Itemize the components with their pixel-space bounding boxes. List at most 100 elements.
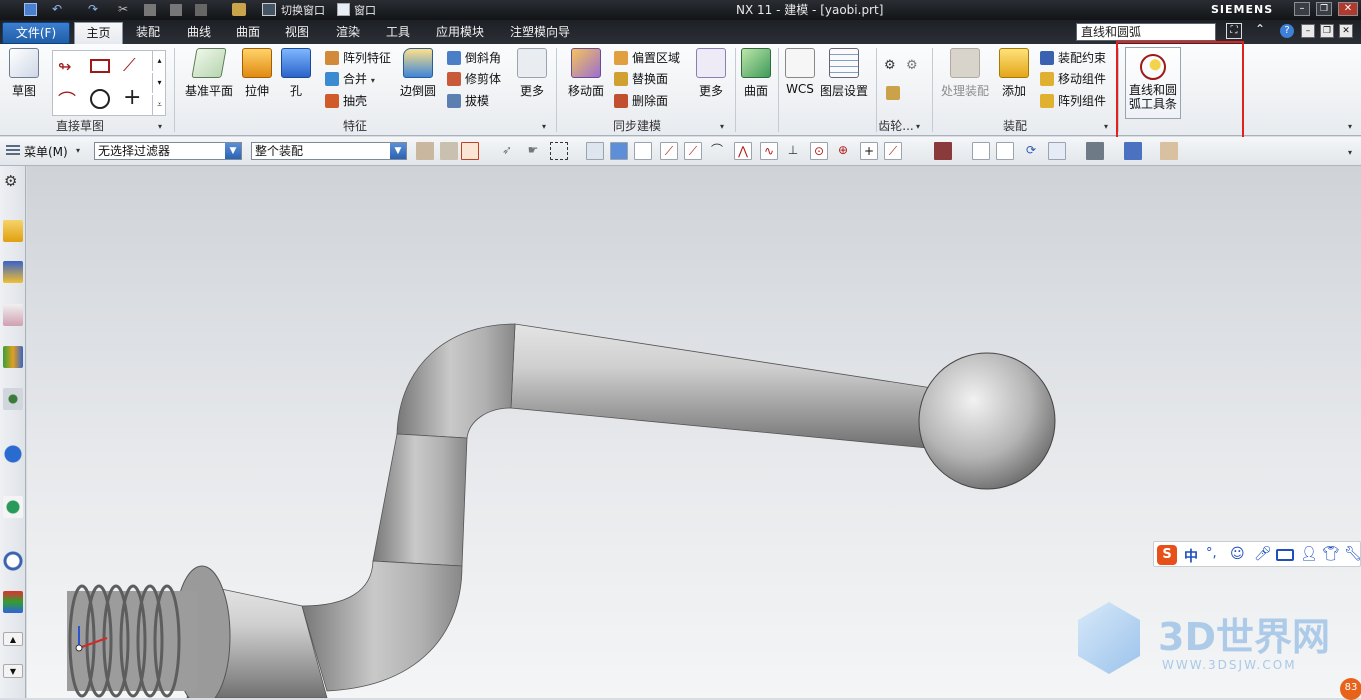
feature-more-button[interactable]: 更多 — [513, 48, 551, 99]
circle-icon[interactable] — [90, 89, 110, 109]
replace-face-button[interactable]: 替换面 — [614, 69, 668, 89]
switch-window-label[interactable]: 切换窗口 — [281, 2, 325, 18]
gallery-scroll-up-icon[interactable]: ▴ — [152, 51, 166, 71]
intersection-icon[interactable]: ⋀ — [734, 142, 752, 160]
pointer-icon[interactable]: ➶ — [498, 142, 516, 160]
tab-render[interactable]: 渲染 — [328, 22, 368, 44]
part-navigator-icon[interactable] — [3, 304, 23, 326]
skin-icon[interactable]: 👕︎ — [1322, 546, 1340, 562]
move-component-button[interactable]: 移动组件 — [1040, 69, 1106, 89]
tab-application[interactable]: 应用模块 — [428, 22, 492, 44]
info-icon[interactable] — [3, 443, 23, 465]
gallery-expand-icon[interactable]: ⩡ — [152, 95, 166, 115]
zoom-fit-icon[interactable] — [972, 142, 990, 160]
collapse-ribbon-icon[interactable]: ⌃ — [1255, 22, 1265, 36]
surface-button[interactable]: 曲面 — [740, 48, 772, 99]
section-view-icon[interactable] — [1160, 142, 1178, 160]
punctuation-icon[interactable]: °, — [1206, 546, 1217, 561]
restore-icon[interactable]: ❐ — [1316, 2, 1332, 16]
rectangle-select-icon[interactable] — [550, 142, 568, 160]
system-materials-icon[interactable] — [3, 591, 23, 613]
end-point-icon[interactable]: ⟋ — [660, 142, 678, 160]
pattern-component-button[interactable]: 阵列组件 — [1040, 91, 1106, 111]
draft-button[interactable]: 拔模 — [447, 91, 489, 111]
minimize-icon[interactable]: – — [1294, 2, 1310, 16]
existing-point-icon[interactable]: + — [860, 142, 878, 160]
point-icon[interactable]: + — [123, 85, 141, 110]
wrench-icon[interactable]: 🔧︎ — [1344, 546, 1361, 562]
tab-view[interactable]: 视图 — [277, 22, 317, 44]
gallery-scroll-down-icon[interactable]: ▾ — [152, 73, 166, 93]
trim-body-button[interactable]: 修剪体 — [447, 69, 501, 89]
tab-home[interactable]: 主页 — [74, 22, 123, 44]
display-mode-icon[interactable] — [1124, 142, 1142, 160]
curve-point-icon[interactable]: ∿ — [760, 142, 778, 160]
assembly-constraint-button[interactable]: 装配约束 — [1040, 48, 1106, 68]
window-menu-icon[interactable] — [337, 3, 350, 16]
extrude-button[interactable]: 拉伸 — [240, 48, 274, 99]
assembly-navigator-icon[interactable] — [3, 220, 23, 242]
search-icon[interactable]: ⚲ — [1199, 24, 1209, 39]
ribbon-options-icon[interactable]: ▾ — [1348, 122, 1352, 131]
reuse-library-icon[interactable] — [3, 346, 23, 368]
tangent-icon[interactable]: ⊥ — [784, 142, 802, 160]
arc-center-icon[interactable]: ⊙ — [810, 142, 828, 160]
constraint-navigator-icon[interactable] — [3, 261, 23, 283]
chamfer-button[interactable]: 倒斜角 — [447, 48, 501, 68]
hd3d-tools-icon[interactable] — [3, 388, 23, 410]
group-options-gear[interactable]: ▾ — [916, 122, 920, 131]
hole-button[interactable]: 孔 — [281, 48, 311, 99]
doc-close-icon[interactable]: ✕ — [1339, 24, 1353, 38]
quadrant-icon[interactable]: ⊕ — [834, 142, 852, 160]
selection-scope-select[interactable]: 整个装配 ▼ — [251, 142, 407, 160]
scroll-down-icon[interactable]: ▼ — [3, 664, 23, 678]
menu-button[interactable]: 菜单(M) — [24, 143, 68, 160]
undo-icon[interactable]: ↶ — [52, 3, 66, 16]
sketch-button[interactable]: 草图 — [6, 48, 42, 99]
profile-icon[interactable]: ↬ — [58, 57, 71, 76]
mid-point-icon[interactable]: ⟋ — [684, 142, 702, 160]
datum-plane-button[interactable]: 基准平面 — [180, 48, 238, 99]
group-options-assembly[interactable]: ▾ — [1104, 122, 1108, 131]
sync-more-button[interactable]: 更多 — [693, 48, 729, 99]
render-style-icon[interactable] — [1086, 142, 1104, 160]
unite-dropdown-icon[interactable]: ▾ — [371, 76, 375, 85]
tab-file[interactable]: 文件(F) — [2, 22, 70, 44]
ime-language-toggle[interactable]: 中 — [1184, 546, 1198, 566]
switch-window-icon[interactable] — [262, 3, 276, 16]
tab-mold-wizard[interactable]: 注塑模向导 — [502, 22, 578, 44]
web-browser-icon[interactable] — [3, 496, 23, 518]
scroll-up-icon[interactable]: ▲ — [3, 632, 23, 646]
point-snap-icon[interactable] — [634, 142, 652, 160]
view-orient-icon[interactable] — [1048, 142, 1066, 160]
pattern-feature-button[interactable]: 阵列特征 — [325, 48, 391, 68]
chevron-down-icon[interactable]: ▼ — [390, 143, 406, 159]
layer-settings-button[interactable]: 图层设置 — [818, 48, 870, 99]
history-icon[interactable] — [3, 550, 23, 572]
lasso-icon[interactable]: ☛ — [524, 142, 542, 160]
tab-curve[interactable]: 曲线 — [179, 22, 219, 44]
menu-icon[interactable] — [6, 145, 20, 157]
corner-badge[interactable]: 83 — [1340, 678, 1361, 700]
edge-blend-button[interactable]: 边倒圆 — [398, 48, 438, 99]
wcs-button[interactable]: WCS — [784, 48, 816, 96]
move-face-button[interactable]: 移动面 — [566, 48, 606, 99]
fit-view-icon[interactable]: ⛶ — [1226, 23, 1242, 39]
delete-face-button[interactable]: 删除面 — [614, 91, 668, 111]
gear-tool-icon-3[interactable] — [886, 86, 900, 100]
doc-minimize-icon[interactable]: – — [1301, 24, 1315, 38]
chevron-down-icon[interactable]: ▼ — [225, 143, 241, 159]
solid-body-icon[interactable] — [610, 142, 628, 160]
menu-dropdown-icon[interactable]: ▾ — [76, 146, 80, 155]
zoom-icon[interactable] — [996, 142, 1014, 160]
sogou-logo-icon[interactable]: S — [1157, 545, 1177, 565]
user-icon[interactable]: 👤︎ — [1300, 546, 1318, 562]
touch-mode-icon[interactable] — [232, 3, 246, 16]
tab-assembly[interactable]: 装配 — [128, 22, 168, 44]
tab-surface[interactable]: 曲面 — [228, 22, 268, 44]
gear-tool-icon-2[interactable]: ⚙ — [906, 58, 918, 73]
shell-button[interactable]: 抽壳 — [325, 91, 367, 111]
redo-icon[interactable]: ↷ — [88, 3, 102, 16]
body-select-icon[interactable] — [586, 142, 604, 160]
group-options-feature[interactable]: ▾ — [542, 122, 546, 131]
